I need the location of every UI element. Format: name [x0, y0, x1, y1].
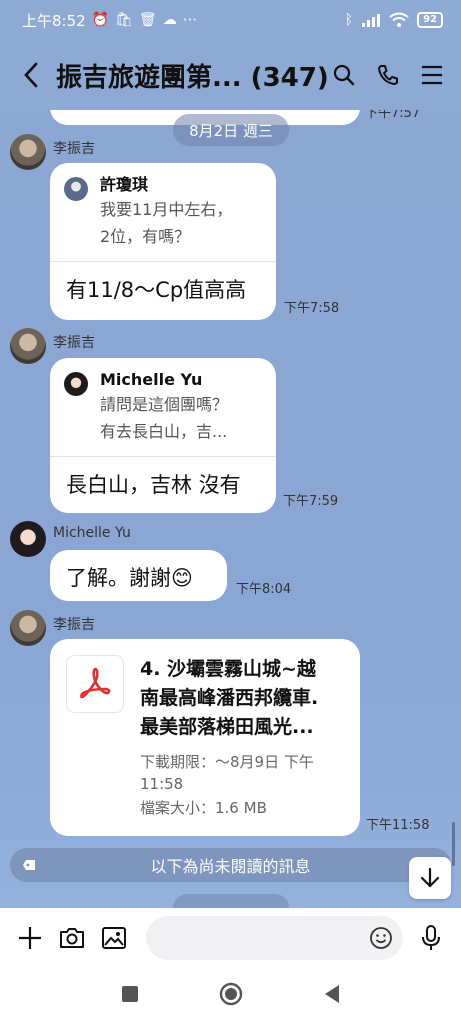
- avatar[interactable]: [10, 134, 46, 170]
- microphone-icon: [422, 925, 440, 950]
- sender-name: 李振吉: [53, 335, 95, 351]
- status-time: 上午8:52: [22, 11, 86, 30]
- avatar[interactable]: [10, 521, 46, 557]
- image-icon: [102, 927, 126, 949]
- pdf-file-icon: [66, 655, 124, 713]
- phone-icon: [378, 65, 398, 85]
- back-button[interactable]: [16, 55, 46, 95]
- triangle-back-icon: [324, 985, 339, 1003]
- message-text-row: 了解。謝謝😊: [50, 550, 227, 604]
- message-bubble[interactable]: 了解。謝謝😊: [50, 550, 227, 601]
- quoted-text-line: 請問是這個團嗎？: [100, 395, 229, 414]
- sender-name: 李振吉: [53, 617, 95, 633]
- battery-indicator: 92: [417, 12, 443, 28]
- avatar[interactable]: [10, 328, 46, 364]
- camera-icon: [60, 928, 84, 948]
- search-icon: [333, 64, 355, 86]
- file-expiry: 下載期限：～8月9日 下午 11:58: [140, 751, 355, 795]
- home-button[interactable]: [219, 982, 243, 1010]
- file-name-line: 4. 沙壩雲霧山城~越: [140, 658, 316, 680]
- smiley-icon: [370, 927, 392, 949]
- image-button[interactable]: [98, 922, 130, 954]
- reply-message-bubble[interactable]: Michelle Yu 請問是這個團嗎？ 有去長白山，吉... 長白山，吉林 沒…: [50, 358, 276, 513]
- message-input[interactable]: [146, 916, 403, 960]
- sender-name: 李振吉: [53, 141, 95, 157]
- message-time: 下午11:58: [366, 818, 430, 833]
- chevron-left-icon: [24, 62, 38, 88]
- avatar[interactable]: [10, 610, 46, 646]
- alarm-icon: ⏰: [91, 12, 110, 28]
- message-text: 了解。謝謝: [66, 566, 171, 590]
- file-name: 4. 沙壩雲霧山城~越 南最高峰潘西邦纜車. 最美部落梯田風光...: [140, 655, 355, 742]
- message-time: 下午7:57: [365, 110, 421, 121]
- search-button[interactable]: [329, 60, 359, 90]
- pdf-icon: [80, 667, 111, 699]
- unread-messages-bar[interactable]: 以下為尚未閱讀的訊息: [10, 848, 451, 882]
- bluetooth-icon: ᛒ: [344, 12, 354, 28]
- file-message-bubble[interactable]: 4. 沙壩雲霧山城~越 南最高峰潘西邦纜車. 最美部落梯田風光... 下載期限：…: [50, 639, 360, 836]
- quoted-avatar: [64, 372, 88, 396]
- signal-icon: [362, 14, 381, 27]
- file-expiry-line: 下載期限：～8月9日 下午: [140, 753, 314, 771]
- quoted-text-line: 2位，有嗎？: [100, 227, 191, 246]
- message-time: 下午8:04: [236, 582, 292, 597]
- camera-button[interactable]: [56, 922, 88, 954]
- quoted-sender: Michelle Yu: [100, 370, 203, 389]
- chat-header: 振吉旅遊團第... (347): [0, 40, 461, 110]
- call-button[interactable]: [373, 60, 403, 90]
- message-input-bar: [0, 908, 461, 968]
- system-navigation-bar: [0, 968, 461, 1024]
- cloud-icon: ☁: [162, 12, 177, 28]
- back-nav-button[interactable]: [323, 984, 341, 1008]
- sender-name: Michelle Yu: [53, 525, 131, 541]
- file-name-line: 最美部落梯田風光...: [140, 716, 314, 738]
- voice-button[interactable]: [415, 922, 447, 954]
- trash-icon: 🗑: [138, 12, 157, 28]
- message-time: 下午7:58: [284, 301, 340, 316]
- chat-area[interactable]: 下午7:57 8月2日 週三 李振吉 許瓊琪 我要11月中左右， 2位，有嗎？ …: [0, 110, 461, 908]
- quoted-text-line: 我要11月中左右，: [100, 200, 233, 219]
- unread-label: 以下為尚未閱讀的訊息: [150, 857, 311, 876]
- emoji-button[interactable]: [369, 926, 393, 954]
- scrollbar[interactable]: [452, 822, 455, 866]
- quoted-message[interactable]: 許瓊琪 我要11月中左右， 2位，有嗎？: [50, 163, 276, 249]
- file-size: 檔案大小：1.6 MB: [140, 799, 267, 817]
- smile-emoji: 😊: [171, 566, 193, 590]
- quoted-sender: 許瓊琪: [100, 175, 149, 194]
- status-bar: 上午8:52 ⏰ 🛍 🗑 ☁ ··· ᛒ 92: [0, 0, 461, 40]
- message-text: 有11/8～Cp值高高: [66, 278, 247, 302]
- quoted-avatar: [64, 177, 88, 201]
- menu-button[interactable]: [417, 60, 447, 90]
- message-text: 長白山，吉林 沒有: [66, 473, 241, 497]
- shopping-bag-icon: 🛍: [115, 12, 133, 28]
- message-time: 下午7:59: [283, 494, 339, 509]
- plus-icon: [19, 927, 41, 949]
- circle-icon: [219, 982, 242, 1006]
- date-separator: 8月2日 週三: [173, 114, 289, 146]
- quoted-text-line: 有去長白山，吉...: [100, 422, 228, 441]
- add-button[interactable]: [14, 922, 46, 954]
- recents-button[interactable]: [121, 985, 139, 1007]
- file-name-line: 南最高峰潘西邦纜車.: [140, 687, 319, 709]
- square-icon: [121, 986, 138, 1002]
- arrow-down-icon: [420, 867, 440, 888]
- chat-title[interactable]: 振吉旅遊團第... (347): [56, 57, 329, 94]
- tag-icon: [23, 860, 35, 870]
- date-separator: [173, 894, 289, 908]
- file-expiry-line: 11:58: [140, 775, 184, 793]
- wifi-icon: [389, 12, 409, 27]
- more-notifications: ···: [182, 11, 197, 29]
- quoted-message[interactable]: Michelle Yu 請問是這個團嗎？ 有去長白山，吉...: [50, 358, 276, 444]
- scroll-to-bottom-button[interactable]: [409, 857, 451, 899]
- reply-message-bubble[interactable]: 許瓊琪 我要11月中左右， 2位，有嗎？ 有11/8～Cp值高高: [50, 163, 276, 320]
- menu-icon: [422, 65, 442, 85]
